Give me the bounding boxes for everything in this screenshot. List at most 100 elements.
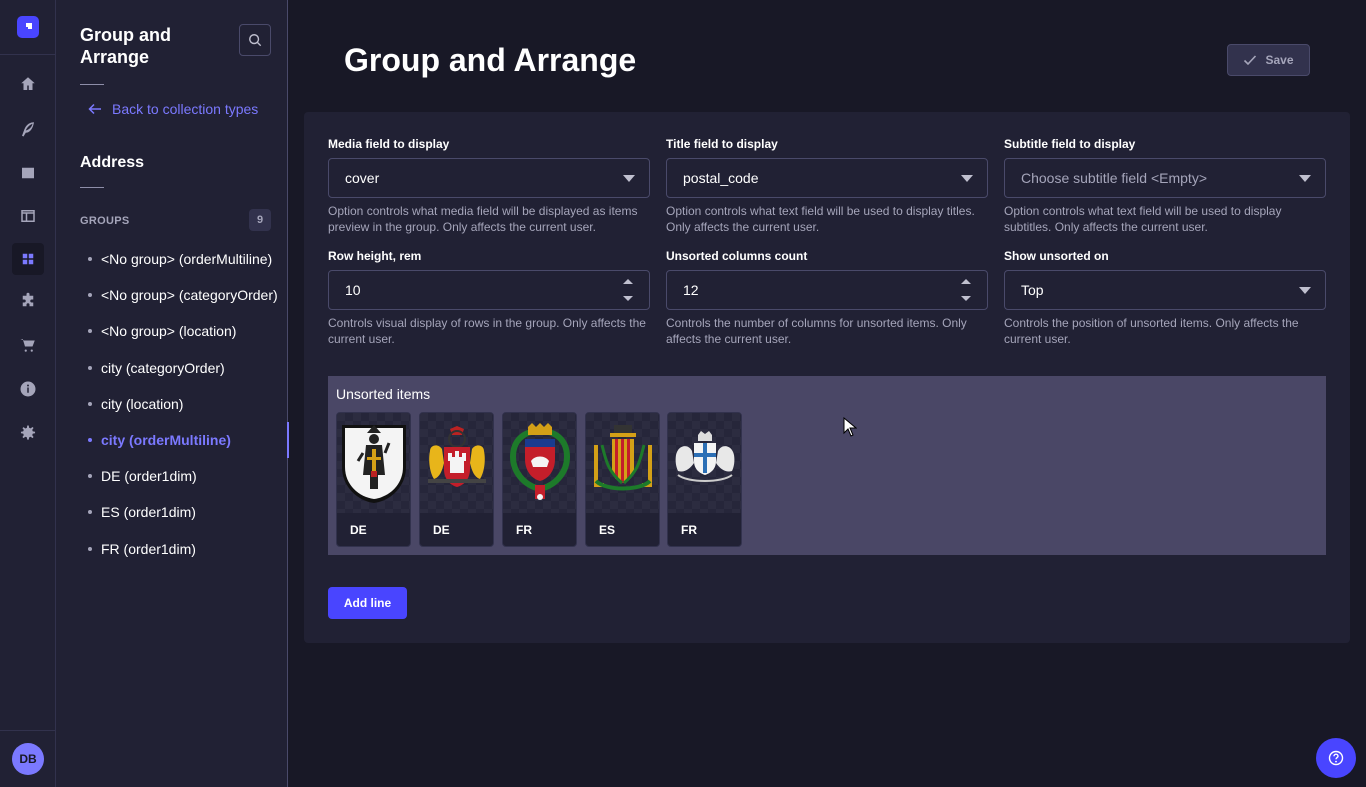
add-line-button[interactable]: Add line (328, 587, 407, 619)
info-icon[interactable] (12, 373, 44, 405)
group-item[interactable]: FR (order1dim) (56, 531, 287, 567)
subtitle-field-combobox[interactable]: Choose subtitle field <Empty> (1004, 158, 1326, 198)
user-avatar[interactable]: DB (12, 743, 44, 775)
group-item[interactable]: <No group> (orderMultiline) (56, 241, 287, 277)
title-field-value: postal_code (683, 170, 759, 186)
back-link-label: Back to collection types (112, 101, 259, 117)
unsorted-items-area: Unsorted items DE DE FR ES FR (328, 376, 1326, 555)
group-item[interactable]: DE (order1dim) (56, 458, 287, 494)
row-height-value: 10 (345, 282, 361, 298)
subnav-divider (80, 84, 104, 85)
collection-name: Address (80, 154, 145, 171)
search-icon (249, 34, 262, 47)
unsorted-columns-label: Unsorted columns count (666, 249, 808, 263)
unsorted-columns-hint: Controls the number of columns for unsor… (666, 316, 967, 346)
bullet-icon (88, 329, 92, 334)
hamburg-coat-of-arms-image (420, 413, 493, 513)
title-field-combobox[interactable]: postal_code (666, 158, 988, 198)
unsorted-item-card[interactable]: DE (336, 412, 411, 547)
bullet-icon (88, 401, 92, 406)
title-field-label: Title field to display (666, 137, 778, 151)
marseille-coat-of-arms-image (668, 413, 741, 513)
number-stepper-icon[interactable] (623, 279, 633, 301)
unsorted-item-card[interactable]: FR (502, 412, 577, 547)
collection-divider (80, 187, 104, 188)
unsorted-item-label: FR (681, 523, 697, 537)
save-button[interactable]: Save (1227, 44, 1310, 76)
media-field-value: cover (345, 170, 380, 186)
bullet-icon (88, 474, 92, 479)
group-item-label: <No group> (orderMultiline) (101, 251, 273, 268)
bullet-icon (88, 438, 92, 443)
rail-bottom-divider (0, 730, 56, 731)
group-item[interactable]: city (location) (56, 386, 287, 422)
groups-label: GROUPS (80, 215, 130, 227)
home-icon[interactable] (12, 68, 44, 100)
bullet-icon (88, 510, 92, 515)
unsorted-item-label: ES (599, 523, 616, 537)
unsorted-item-card[interactable]: ES (585, 412, 660, 547)
group-item-label: city (location) (101, 395, 184, 412)
unsorted-columns-value: 12 (683, 282, 699, 298)
media-field-label: Media field to display (328, 137, 450, 151)
groups-list: <No group> (orderMultiline) <No group> (… (56, 241, 289, 567)
group-item[interactable]: ES (order1dim) (56, 494, 287, 530)
back-link[interactable]: Back to collection types (88, 101, 258, 117)
unsorted-item-label: DE (350, 523, 367, 537)
settings-icon[interactable] (12, 417, 44, 449)
caret-down-icon (623, 175, 635, 182)
row-height-hint: Controls visual display of rows in the g… (328, 316, 646, 346)
plugin-subnav: Group and Arrange Back to collection typ… (56, 0, 289, 787)
content-manager-icon[interactable] (12, 113, 44, 145)
plugins-icon[interactable] (12, 285, 44, 317)
group-item-label: city (categoryOrder) (101, 359, 225, 376)
bullet-icon (88, 293, 92, 298)
group-item-active[interactable]: city (orderMultiline) (56, 421, 289, 459)
show-unsorted-combobox[interactable]: Top (1004, 270, 1326, 310)
group-item[interactable]: <No group> (categoryOrder) (56, 277, 287, 313)
number-stepper-icon[interactable] (961, 279, 971, 301)
group-item-label: city (orderMultiline) (101, 432, 231, 449)
subnav-title: Group and Arrange (80, 25, 171, 67)
show-unsorted-hint: Controls the position of unsorted items.… (1004, 316, 1299, 346)
caret-down-icon (961, 175, 973, 182)
bullet-icon (88, 257, 92, 262)
subtitle-field-select: Subtitle field to display Choose subtitl… (1004, 137, 1326, 235)
caret-down-icon (1299, 287, 1311, 294)
page-title: Group and Arrange (344, 42, 637, 78)
subtitle-field-hint: Option controls what text field will be … (1004, 204, 1282, 234)
unsorted-item-card[interactable]: DE (419, 412, 494, 547)
subtitle-field-label: Subtitle field to display (1004, 137, 1136, 151)
media-field-combobox[interactable]: cover (328, 158, 650, 198)
row-height-input[interactable]: 10 (328, 270, 650, 310)
group-item-label: DE (order1dim) (101, 468, 197, 485)
layout-icon[interactable] (12, 200, 44, 232)
group-item-label: <No group> (categoryOrder) (101, 287, 278, 304)
media-library-icon[interactable] (12, 157, 44, 189)
group-item[interactable]: city (categoryOrder) (56, 350, 287, 386)
main-nav-rail: DB (0, 0, 56, 787)
group-item-label: FR (order1dim) (101, 540, 196, 557)
unsorted-columns-input[interactable]: 12 (666, 270, 988, 310)
unsorted-item-card[interactable]: FR (667, 412, 742, 547)
unsorted-item-label: FR (516, 523, 532, 537)
save-button-label: Save (1265, 53, 1294, 67)
help-button[interactable] (1316, 738, 1356, 778)
marketplace-icon[interactable] (12, 329, 44, 361)
subtitle-field-placeholder: Choose subtitle field <Empty> (1021, 170, 1207, 186)
rail-divider (0, 54, 56, 55)
group-item[interactable]: <No group> (location) (56, 313, 287, 349)
search-button[interactable] (239, 24, 271, 56)
group-and-arrange-icon[interactable] (12, 243, 44, 275)
caret-down-icon (1299, 175, 1311, 182)
munich-coat-of-arms-image (337, 413, 410, 513)
mouse-cursor-icon (843, 417, 857, 437)
media-field-select: Media field to display cover Option cont… (328, 137, 650, 235)
row-height-label: Row height, rem (328, 249, 422, 263)
app-logo-icon[interactable] (17, 16, 39, 38)
show-unsorted-value: Top (1021, 282, 1044, 298)
unsorted-item-label: DE (433, 523, 450, 537)
group-item-label: <No group> (location) (101, 323, 237, 340)
bullet-icon (88, 546, 92, 551)
show-unsorted-select: Show unsorted on Top Controls the positi… (1004, 249, 1326, 347)
